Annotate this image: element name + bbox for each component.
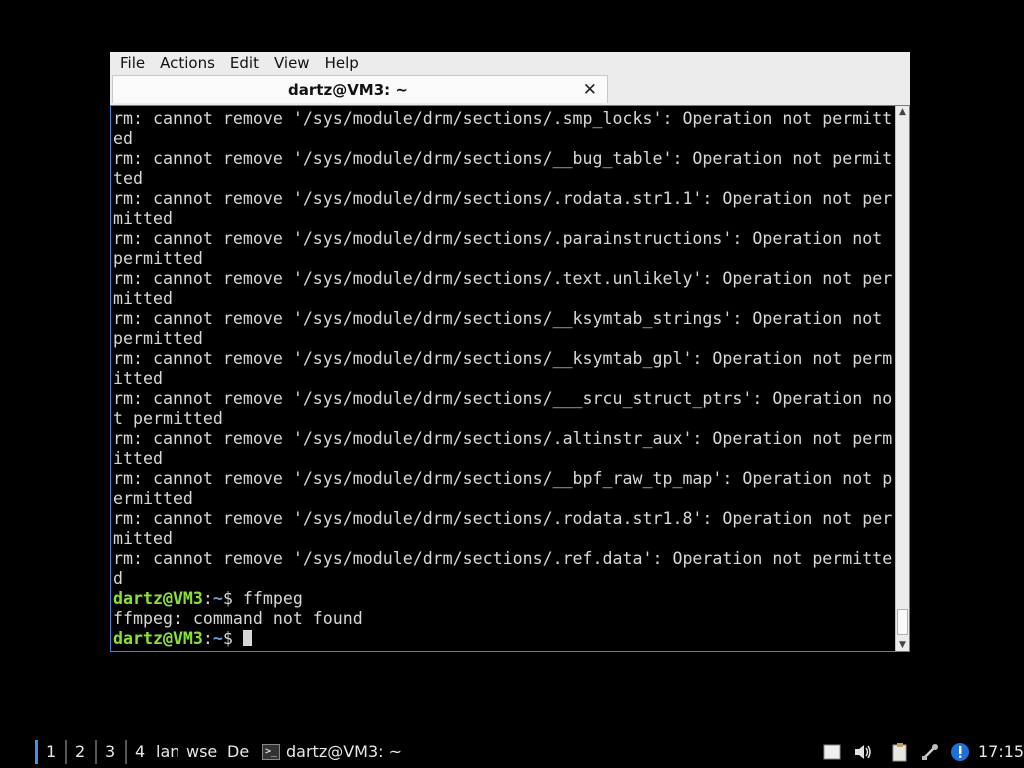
prompt-line-1: dartz@VM3:~$ ffmpeg — [113, 589, 895, 609]
clipboard-icon[interactable] — [890, 742, 910, 762]
tab-terminal[interactable]: dartz@VM3: ~ ✕ — [112, 75, 608, 103]
terminal-line: rm: cannot remove '/sys/module/drm/secti… — [113, 109, 893, 128]
tab-strip: dartz@VM3: ~ ✕ — [110, 74, 910, 105]
terminal-line: rm: cannot remove '/sys/module/drm/secti… — [113, 349, 893, 368]
prompt-user: dartz@VM3 — [113, 629, 203, 648]
menu-file[interactable]: File — [115, 52, 150, 74]
menu-edit[interactable]: Edit — [225, 52, 264, 74]
workspace-1[interactable]: 1 — [35, 740, 56, 764]
prompt-sep: : — [202, 589, 213, 608]
terminal-line: mitted — [113, 289, 173, 308]
terminal-line: mitted — [113, 529, 173, 548]
terminal-line: rm: cannot remove '/sys/module/drm/secti… — [113, 469, 893, 488]
terminal-line: rm: cannot remove '/sys/module/drm/secti… — [113, 549, 893, 568]
terminal-line: t permitted — [113, 409, 223, 428]
tab-title: dartz@VM3: ~ — [288, 81, 408, 99]
text-cursor — [242, 630, 252, 646]
command-output: ffmpeg: command not found — [113, 609, 363, 628]
terminal-window: File Actions Edit View Help dartz@VM3: ~… — [110, 52, 910, 652]
taskbar-label-3[interactable]: De — [227, 740, 249, 764]
terminal-line: d — [113, 569, 123, 588]
prompt-symbol: $ — [222, 629, 243, 648]
terminal-line: rm: cannot remove '/sys/module/drm/secti… — [113, 229, 883, 248]
taskbar: 1 2 3 4 lana wse De >_ dartz@VM3: ~ 17:1… — [0, 736, 1024, 768]
workspace-3[interactable]: 3 — [95, 740, 115, 764]
command-text: ffmpeg — [242, 589, 303, 608]
terminal-line: rm: cannot remove '/sys/module/drm/secti… — [113, 389, 893, 408]
terminal-line: ted — [113, 169, 143, 188]
terminal-line: ed — [113, 129, 133, 148]
scroll-thumb[interactable] — [897, 609, 908, 635]
menu-view[interactable]: View — [269, 52, 315, 74]
terminal-line: ermitted — [113, 489, 193, 508]
terminal-line: rm: cannot remove '/sys/module/drm/secti… — [113, 309, 883, 328]
terminal-line: rm: cannot remove '/sys/module/drm/secti… — [113, 269, 893, 288]
terminal-line: rm: cannot remove '/sys/module/drm/secti… — [113, 429, 893, 448]
terminal-line: permitted — [113, 249, 203, 268]
terminal-line: rm: cannot remove '/sys/module/drm/secti… — [113, 509, 893, 528]
menu-actions[interactable]: Actions — [155, 52, 220, 74]
terminal-line: rm: cannot remove '/sys/module/drm/secti… — [113, 149, 893, 168]
terminal-line: itted — [113, 369, 163, 388]
scrollbar[interactable]: ▲ ▼ — [895, 106, 909, 651]
prompt-line-2: dartz@VM3:~$ — [113, 629, 895, 649]
terminal-icon: >_ — [262, 744, 280, 760]
terminal-output[interactable]: rm: cannot remove '/sys/module/drm/secti… — [113, 109, 895, 649]
workspace-4[interactable]: 4 — [125, 740, 145, 764]
terminal-area[interactable]: rm: cannot remove '/sys/module/drm/secti… — [110, 105, 910, 652]
close-icon[interactable]: ✕ — [583, 76, 597, 104]
scroll-up-arrow-icon[interactable]: ▲ — [896, 106, 909, 118]
task-label: dartz@VM3: ~ — [286, 742, 403, 761]
prompt-sep: : — [202, 629, 213, 648]
menu-help[interactable]: Help — [320, 52, 364, 74]
taskbar-label-2[interactable]: wse — [186, 740, 217, 764]
clock[interactable]: 17:15 — [978, 740, 1024, 764]
info-icon[interactable] — [950, 742, 970, 762]
terminal-line: itted — [113, 449, 163, 468]
scroll-down-arrow-icon[interactable]: ▼ — [896, 639, 909, 651]
prompt-user: dartz@VM3 — [113, 589, 203, 608]
terminal-line: rm: cannot remove '/sys/module/drm/secti… — [113, 189, 893, 208]
prompt-path: ~ — [212, 589, 223, 608]
task-terminal[interactable]: >_ dartz@VM3: ~ — [262, 740, 402, 764]
volume-icon[interactable] — [853, 742, 873, 762]
network-icon[interactable] — [920, 742, 940, 762]
terminal-line: permitted — [113, 329, 203, 348]
menubar: File Actions Edit View Help — [110, 52, 910, 74]
prompt-symbol: $ — [222, 589, 243, 608]
workspace-2[interactable]: 2 — [65, 740, 85, 764]
taskbar-label-1[interactable]: lana — [156, 740, 178, 764]
prompt-path: ~ — [212, 629, 223, 648]
terminal-line: mitted — [113, 209, 173, 228]
output-lines: rm: cannot remove '/sys/module/drm/secti… — [113, 109, 895, 589]
notes-icon[interactable] — [822, 742, 842, 762]
